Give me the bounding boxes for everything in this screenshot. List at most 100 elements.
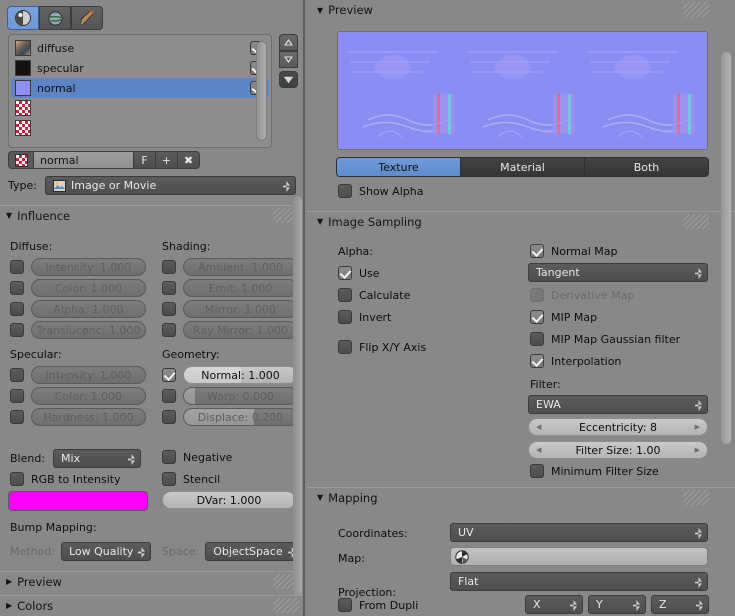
geometry-normal-checkbox[interactable] <box>162 368 176 382</box>
eccentricity-slider[interactable]: Eccentricity: 8 <box>528 418 708 436</box>
world-tab[interactable] <box>39 6 71 30</box>
map-field[interactable] <box>450 547 708 566</box>
texture-slot-list[interactable]: diffuse specular normal <box>8 34 272 148</box>
diffuse-translucency-checkbox[interactable] <box>10 323 24 337</box>
stencil-checkbox[interactable] <box>162 472 176 486</box>
diffuse-intensity-checkbox[interactable] <box>10 260 24 274</box>
preview-tab-material[interactable]: Material <box>461 158 585 176</box>
preview-panel-header-collapsed[interactable]: ▶ Preview <box>0 571 305 591</box>
move-slot-up-button[interactable] <box>279 34 298 51</box>
texture-list-scrollbar[interactable] <box>256 41 267 141</box>
specular-intensity-slider[interactable]: Intensity: 1.000 <box>31 366 146 384</box>
slot-menu-button[interactable] <box>279 71 298 88</box>
influence-diffuse-group: Diffuse: Intensity: 1.000 Color: 1.000 A… <box>10 240 146 429</box>
negative-row: Negative <box>162 450 232 464</box>
specular-hardness-checkbox[interactable] <box>10 410 24 424</box>
rgb-to-intensity-checkbox[interactable] <box>10 472 24 486</box>
mip-map-checkbox[interactable] <box>530 310 544 324</box>
normal-space-dropdown[interactable]: Tangent <box>528 263 708 282</box>
triangle-down-icon: ▼ <box>6 211 13 220</box>
preview-panel-title: Preview <box>328 3 373 17</box>
geometry-warp-checkbox[interactable] <box>162 389 176 403</box>
new-texture-button[interactable]: + <box>156 151 178 169</box>
filter-type-value: EWA <box>536 398 561 411</box>
rgb-to-intensity-label: RGB to Intensity <box>31 472 121 486</box>
derivative-map-checkbox[interactable] <box>530 288 544 302</box>
specular-color-row: Color: 1.000 <box>10 387 146 405</box>
texture-name-field[interactable]: normal <box>34 151 134 169</box>
minimum-filter-size-checkbox[interactable] <box>530 464 544 478</box>
shading-emit-slider[interactable]: Emit: 1.000 <box>183 279 298 297</box>
axis-y-dropdown[interactable]: Y <box>588 595 646 614</box>
specular-hardness-slider[interactable]: Hardness: 1.000 <box>31 408 146 426</box>
negative-checkbox[interactable] <box>162 450 176 464</box>
coordinates-dropdown[interactable]: UV <box>450 523 708 542</box>
preview-tab-texture[interactable]: Texture <box>337 158 461 176</box>
diffuse-alpha-slider[interactable]: Alpha: 1.000 <box>31 300 146 318</box>
shading-raymirror-slider[interactable]: Ray Mirror: 1.000 <box>183 321 298 339</box>
diffuse-color-slider[interactable]: Color: 1.000 <box>31 279 146 297</box>
filter-size-slider[interactable]: Filter Size: 1.00 <box>528 441 708 459</box>
specular-color-checkbox[interactable] <box>10 389 24 403</box>
diffuse-color-checkbox[interactable] <box>10 281 24 295</box>
geometry-displace-checkbox[interactable] <box>162 410 176 424</box>
image-sampling-title: Image Sampling <box>328 214 422 229</box>
left-panel-scrollbar[interactable] <box>293 196 302 596</box>
preview-tab-both[interactable]: Both <box>585 158 708 176</box>
diffuse-alpha-checkbox[interactable] <box>10 302 24 316</box>
unlink-texture-button[interactable]: ✖ <box>178 151 200 169</box>
shading-mirror-slider[interactable]: Mirror: 1.000 <box>183 300 298 318</box>
from-dupli-checkbox[interactable] <box>338 598 352 612</box>
geometry-normal-slider[interactable]: Normal: 1.000 <box>183 366 298 384</box>
mapping-panel-header[interactable]: ▼ Mapping <box>307 487 735 507</box>
texture-type-dropdown[interactable]: Image or Movie <box>44 176 296 195</box>
texture-slot-label: diffuse <box>37 41 75 55</box>
interpolation-row: Interpolation <box>530 354 621 368</box>
filter-type-dropdown[interactable]: EWA <box>528 395 708 414</box>
dvar-slider[interactable]: DVar: 1.000 <box>162 491 296 509</box>
alpha-invert-checkbox[interactable] <box>338 310 352 324</box>
shading-emit-checkbox[interactable] <box>162 281 176 295</box>
geometry-displace-slider[interactable]: Displace: 0.200 <box>183 408 298 426</box>
mip-gauss-checkbox[interactable] <box>530 332 544 346</box>
colors-panel-header-collapsed[interactable]: ▶ Colors <box>0 595 305 615</box>
image-sampling-panel-header[interactable]: ▼ Image Sampling <box>307 211 735 231</box>
influence-color-swatch[interactable] <box>8 491 148 511</box>
normal-map-checkbox[interactable] <box>530 244 544 258</box>
interpolation-checkbox[interactable] <box>530 354 544 368</box>
shading-mirror-checkbox[interactable] <box>162 302 176 316</box>
specular-color-slider[interactable]: Color: 1.000 <box>31 387 146 405</box>
texture-slot-item[interactable] <box>11 98 269 118</box>
chevron-down-icon <box>283 76 294 83</box>
axis-x-dropdown[interactable]: X <box>525 595 583 614</box>
diffuse-intensity-slider[interactable]: Intensity: 1.000 <box>31 258 146 276</box>
projection-dropdown[interactable]: Flat <box>450 572 708 591</box>
specular-intensity-checkbox[interactable] <box>10 368 24 382</box>
texture-slot-item[interactable]: specular <box>11 58 269 78</box>
geometry-warp-slider[interactable]: Warp: 0.000 <box>183 387 298 405</box>
diffuse-translucency-slider[interactable]: Translucenc: 1.000 <box>31 321 146 339</box>
bump-space-dropdown[interactable]: ObjectSpace <box>205 542 302 561</box>
axis-z-dropdown[interactable]: Z <box>651 595 709 614</box>
shading-ambient-checkbox[interactable] <box>162 260 176 274</box>
move-slot-down-button[interactable] <box>279 51 298 68</box>
texture-slot-item[interactable]: diffuse <box>11 38 269 58</box>
fake-user-button[interactable]: F <box>134 151 156 169</box>
coordinates-value: UV <box>458 526 474 539</box>
alpha-calculate-checkbox[interactable] <box>338 288 352 302</box>
material-tab[interactable] <box>7 6 39 30</box>
texture-slot-item-selected[interactable]: normal <box>11 78 269 98</box>
blend-dropdown[interactable]: Mix <box>53 449 142 468</box>
alpha-use-checkbox[interactable] <box>338 266 352 280</box>
right-panel-scrollbar[interactable] <box>721 52 731 444</box>
texture-slot-item[interactable] <box>11 118 269 138</box>
shading-raymirror-checkbox[interactable] <box>162 323 176 337</box>
bump-method-dropdown[interactable]: Low Quality <box>60 542 151 561</box>
show-alpha-checkbox[interactable] <box>338 184 352 198</box>
influence-panel-header[interactable]: ▼ Influence <box>0 205 305 225</box>
preview-panel-header[interactable]: ▼ Preview <box>307 0 735 20</box>
stencil-label: Stencil <box>183 472 221 486</box>
flip-xy-checkbox[interactable] <box>338 340 352 354</box>
texture-tab[interactable] <box>71 6 103 30</box>
shading-ambient-slider[interactable]: Ambient: 1.000 <box>183 258 298 276</box>
